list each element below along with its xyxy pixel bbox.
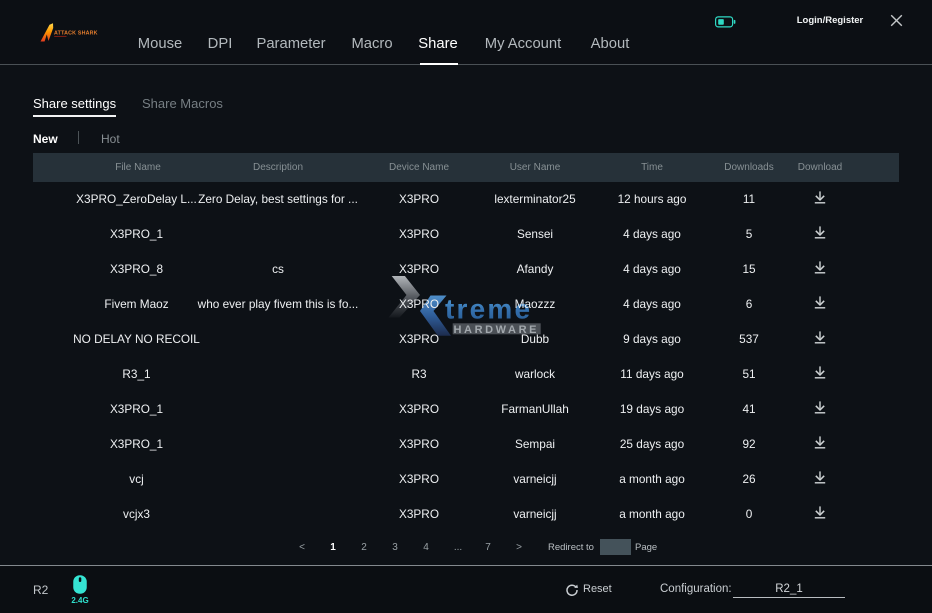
svg-text:ATTACK SHARK: ATTACK SHARK <box>54 30 98 36</box>
